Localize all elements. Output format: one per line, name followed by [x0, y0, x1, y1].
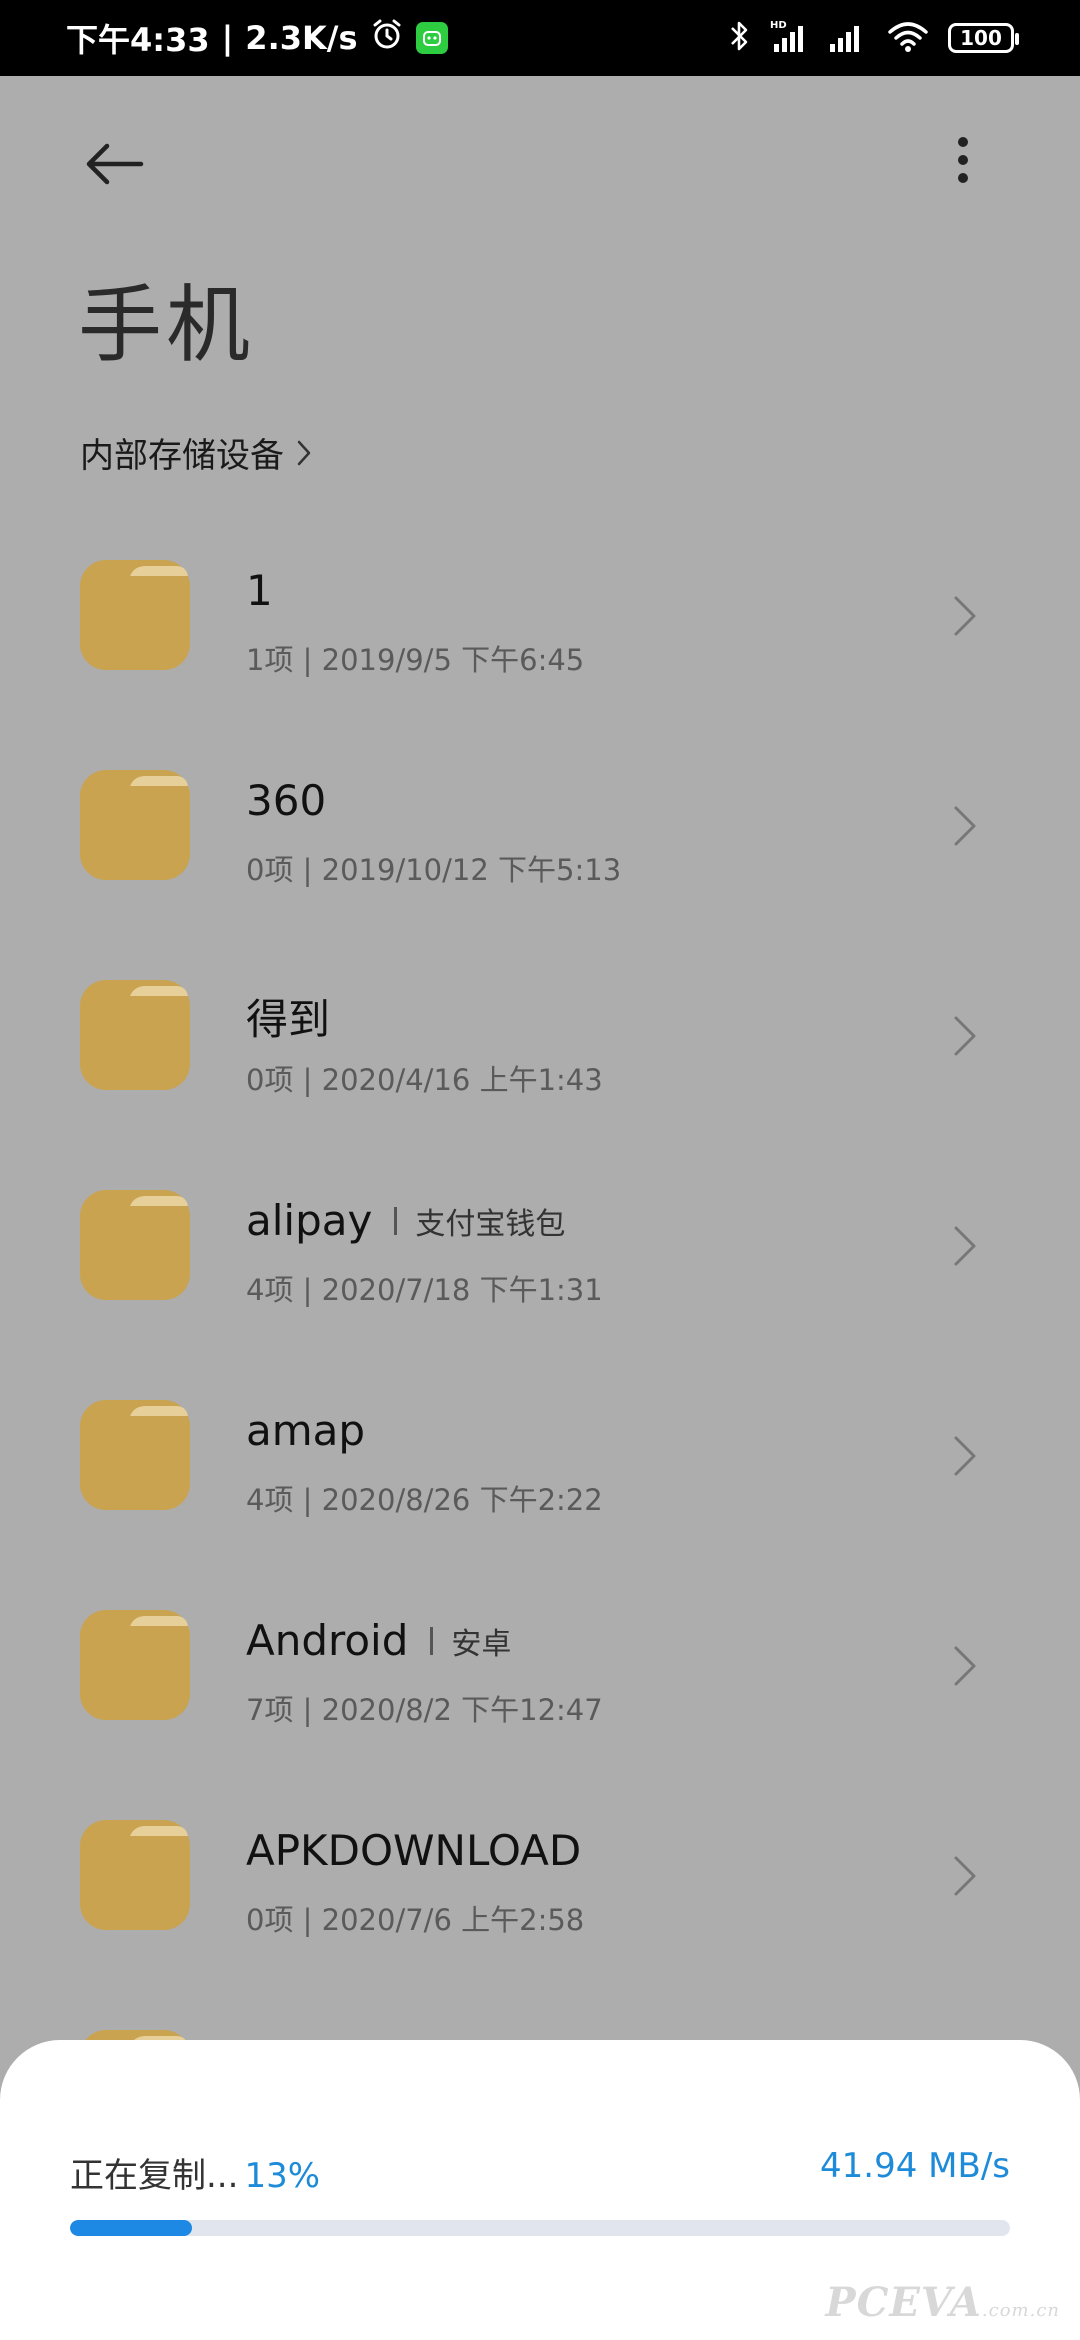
folder-meta: 4项 | 2020/7/18 下午1:31: [246, 1273, 603, 1307]
back-arrow-icon: [86, 143, 144, 185]
folder-icon: [80, 560, 190, 670]
folder-name: alipay 支付宝钱包: [246, 1196, 566, 1245]
folder-row[interactable]: Android 安卓 7项 | 2020/8/2 下午12:47: [0, 1550, 1080, 1750]
folder-alias: 支付宝钱包: [415, 1206, 566, 1242]
folder-meta: 0项 | 2020/4/16 上午1:43: [246, 1063, 603, 1097]
alias-divider: [430, 1626, 434, 1655]
folder-icon: [80, 1400, 190, 1510]
copy-progress-bar: [70, 2220, 1010, 2236]
bluetooth-icon: [728, 18, 752, 58]
status-time: 下午4:33: [66, 21, 210, 59]
breadcrumb-internal-storage[interactable]: 内部存储设备: [80, 428, 284, 477]
copy-progress-fill: [70, 2220, 193, 2236]
copy-status: 正在复制... 13%: [70, 2148, 320, 2197]
more-vertical-icon: [958, 137, 968, 183]
folder-row[interactable]: alipay 支付宝钱包 4项 | 2020/7/18 下午1:31: [0, 1130, 1080, 1330]
copy-speed: 41.94 MB/s: [820, 2146, 1010, 2186]
folder-row[interactable]: APKDOWNLOAD 0项 | 2020/7/6 上午2:58: [0, 1760, 1080, 1960]
folder-icon: [80, 1190, 190, 1300]
watermark-suffix: .com.cn: [981, 2300, 1060, 2321]
svg-text:HD: HD: [770, 20, 787, 31]
status-left: 下午4:33 | 2.3K/s: [66, 15, 448, 61]
status-right: HD 100: [728, 18, 1019, 58]
folder-row[interactable]: 得到 0项 | 2020/4/16 上午1:43: [0, 920, 1080, 1120]
watermark-brand: PCEVA: [825, 2279, 982, 2326]
folder-icon: [80, 770, 190, 880]
folder-meta: 7项 | 2020/8/2 下午12:47: [246, 1693, 603, 1727]
folder-row[interactable]: amap 4项 | 2020/8/26 下午2:22: [0, 1340, 1080, 1540]
folder-meta: 4项 | 2020/8/26 下午2:22: [246, 1483, 603, 1517]
watermark: PCEVA.com.cn: [826, 2279, 1060, 2326]
folder-meta: 0项 | 2020/7/6 上午2:58: [246, 1903, 585, 1937]
chevron-right-icon: [954, 1016, 976, 1056]
folder-row[interactable]: 1 1项 | 2019/9/5 下午6:45: [0, 500, 1080, 700]
folder-row[interactable]: 360 0项 | 2019/10/12 下午5:13: [0, 710, 1080, 910]
alias-divider: [394, 1206, 398, 1235]
hd-signal-icon: HD: [770, 18, 810, 58]
status-bar: 下午4:33 | 2.3K/s HD 100: [0, 0, 1080, 76]
folder-name: Android 安卓: [246, 1616, 512, 1665]
chevron-right-icon: [297, 440, 311, 465]
signal-icon: [828, 18, 868, 58]
page-title: 手机: [78, 276, 255, 374]
breadcrumb[interactable]: 内部存储设备: [80, 428, 312, 477]
more-options-button[interactable]: [930, 120, 996, 200]
folder-name: 360: [246, 776, 327, 825]
folder-name: APKDOWNLOAD: [246, 1826, 582, 1875]
chevron-right-icon: [954, 1856, 976, 1896]
chevron-right-icon: [954, 1226, 976, 1266]
chevron-right-icon: [954, 1436, 976, 1476]
notification-app-icon: [415, 22, 448, 54]
alarm-icon: [370, 17, 404, 59]
status-separator: |: [221, 19, 234, 57]
folder-meta: 0项 | 2019/10/12 下午5:13: [246, 853, 622, 887]
chevron-right-icon: [954, 1646, 976, 1686]
wifi-icon: [886, 18, 930, 58]
copy-progress-sheet: 正在复制... 13% 41.94 MB/s PCEVA.com.cn: [0, 2040, 1080, 2340]
back-button[interactable]: [78, 128, 150, 200]
chevron-right-icon: [954, 806, 976, 846]
folder-icon: [80, 1610, 190, 1720]
folder-name: 得到: [246, 995, 331, 1044]
folder-alias: 安卓: [451, 1626, 512, 1662]
folder-meta: 1项 | 2019/9/5 下午6:45: [246, 643, 585, 677]
chevron-right-icon: [954, 596, 976, 636]
folder-icon: [80, 1820, 190, 1930]
copy-percent: 13%: [244, 2156, 321, 2196]
folder-name: amap: [246, 1406, 366, 1455]
copy-label: 正在复制...: [70, 2156, 239, 2196]
folder-icon: [80, 980, 190, 1090]
battery-icon: 100: [948, 23, 1019, 53]
status-net-speed: 2.3K/s: [245, 19, 358, 57]
folder-name: 1: [246, 566, 273, 615]
battery-level: 100: [960, 26, 1002, 50]
